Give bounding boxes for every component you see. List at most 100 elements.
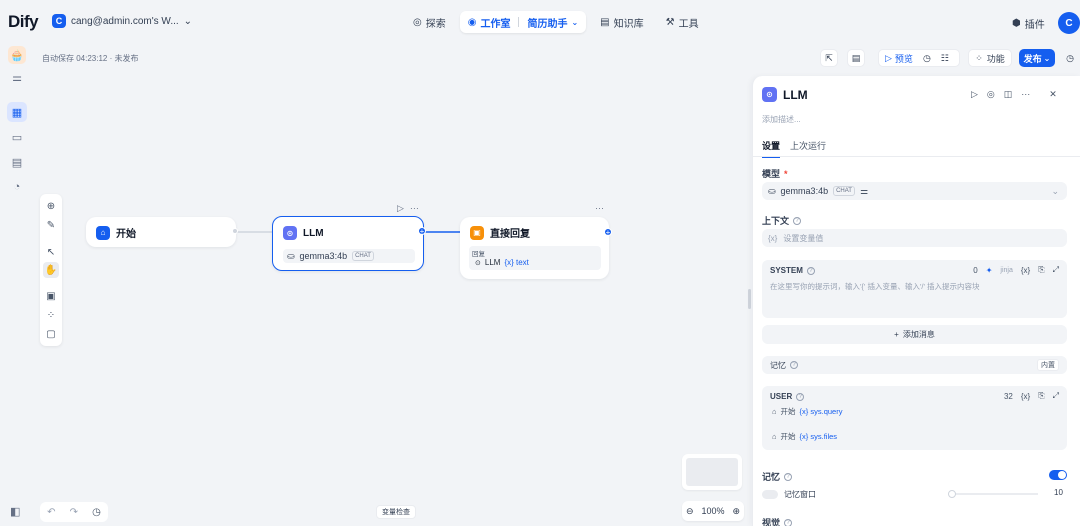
undo-icon[interactable]: ↶ [47,507,55,518]
user-var-node: 开始 [780,407,796,416]
zoom-out-icon[interactable]: ⊖ [686,506,694,517]
reply-icon: ▣ [470,225,484,240]
memory-toggle[interactable] [1049,470,1067,480]
nav-tools[interactable]: ⚒ 工具 [658,11,707,33]
jinja-toggle[interactable]: jinja [1000,267,1012,274]
panel-resize-handle[interactable] [748,289,751,309]
env-icon[interactable]: ▤ [847,49,865,67]
nav-studio[interactable]: ◉ 工作室 简历助手 ⌄ [459,11,587,33]
system-prompt-editor[interactable]: SYSTEM? 0 ✦ jinja {x} ⎘ ⤢ 在这里写你的提示词，输入'{… [762,260,1067,318]
main-nav: ◎ 探索 ◉ 工作室 简历助手 ⌄ ▤ 知识库 ⚒ 工具 [405,11,707,33]
user-var-name: {x} sys.query [799,407,843,416]
user-label: USER [770,392,793,401]
llm-node[interactable]: ⊙ LLM ⛀ gemma3:4b CHAT + [272,216,426,271]
llm-output-handle[interactable]: + [418,227,426,236]
nav-explore[interactable]: ◎ 探索 [405,11,454,33]
copy-icon[interactable]: ⎘ [1038,265,1044,275]
docs-icon[interactable]: ◫ [1004,89,1013,100]
ai-generate-icon[interactable]: ✦ [986,266,993,275]
home-icon: ⌂ [772,407,777,416]
start-node[interactable]: ⌂ 开始 [86,217,238,247]
plugins-button[interactable]: ⬢ 插件 [1012,16,1045,31]
memory-window-toggle[interactable] [762,489,778,499]
copy-icon[interactable]: ⎘ [1038,391,1044,401]
target-icon[interactable]: ◎ [987,89,995,100]
more-icon[interactable]: ··· [410,203,419,214]
help-icon[interactable]: ? [796,392,805,401]
help-icon[interactable]: ? [784,518,793,526]
memory-builtin-tag: 内置 [1037,359,1059,371]
required-mark: * [784,168,788,179]
add-message-label: 添加消息 [902,330,935,339]
answer-node[interactable]: ▣ 直接回复 回复 ⊙ LLM {x} text + [460,217,612,279]
share-icon[interactable]: ⇱ [820,49,838,67]
expand-icon[interactable]: ⤢ [1053,265,1059,275]
panel-title[interactable]: LLM [783,88,808,102]
version-history-icon[interactable]: ◷ [1061,49,1079,67]
zoom-in-icon[interactable]: ⊕ [732,506,740,517]
top-bar: Dify C cang@admin.com's W... ⌄ ◎ 探索 ◉ 工作… [0,0,1080,44]
terminal-icon[interactable]: ▭ [10,130,24,144]
checklist-icon[interactable]: ◷ [923,53,931,64]
answer-ref-var: {x} text [504,258,529,267]
sidebar-toggle-icon[interactable]: ◧ [10,505,24,519]
monitor-icon[interactable]: ◔ [10,180,24,194]
user-prompt-editor[interactable]: USER? 32 {x} ⎘ ⤢ ⌂ 开始 {x} sys.query ⌂ 开始… [762,386,1067,450]
answer-output-handle[interactable]: + [604,228,612,237]
nav-app-name[interactable]: 简历助手 [527,15,567,30]
variable-icon[interactable]: {x} [1021,266,1030,275]
preview-button[interactable]: ▷ 预览 [885,52,913,65]
user-var-files: ⌂ 开始 {x} sys.files [772,431,837,442]
orchestrate-icon[interactable]: ▦ [7,102,27,122]
publish-button[interactable]: 发布 ⌄ [1019,49,1055,67]
app-logo[interactable]: Dify [8,12,39,32]
expand-icon[interactable]: ⤢ [1053,391,1059,401]
system-prompt-tools: 0 ✦ jinja {x} ⎘ ⤢ [973,265,1059,275]
memory-window-row: 记忆窗口 10 [762,488,1067,500]
hammer-icon: ⚒ [665,16,675,28]
add-message-button[interactable]: + 添加消息 [762,325,1067,344]
plugins-label: 插件 [1024,20,1045,31]
logs-icon[interactable]: ▤ [10,155,24,169]
run-icon[interactable]: ▷ [971,89,978,100]
user-avatar[interactable]: C [1058,12,1080,34]
help-icon[interactable]: ? [790,361,798,369]
zoom-level[interactable]: 100% [701,506,724,516]
issues-icon[interactable]: ☷ [941,53,949,64]
workspace-switcher[interactable]: C cang@admin.com's W... ⌄ [52,14,192,28]
help-icon[interactable]: ? [784,472,793,481]
help-icon[interactable]: ? [806,266,815,275]
variable-icon: {x} [768,233,778,243]
history-icon[interactable]: ◷ [92,507,101,518]
features-button[interactable]: ⁘ 功能 [968,49,1012,67]
run-icon[interactable]: ▷ [397,203,404,214]
home-icon: ⌂ [772,432,777,441]
preview-label: 预览 [894,53,913,64]
help-icon[interactable]: ? [793,216,802,225]
more-icon[interactable]: ··· [1021,89,1030,100]
user-var-query: ⌂ 开始 {x} sys.query [772,406,842,417]
close-icon[interactable]: ✕ [1049,89,1057,100]
book-icon: ▤ [600,16,610,28]
minimap[interactable] [682,454,742,490]
params-icon[interactable]: ⚌ [860,186,868,197]
llm-node-label: LLM [303,227,324,239]
memory-window-value[interactable]: 10 [1054,488,1063,497]
nav-knowledge[interactable]: ▤ 知识库 [592,11,651,33]
panel-description-input[interactable]: 添加描述... [762,114,801,125]
app-icon[interactable]: 🧁 [8,46,26,64]
variable-inspect-button[interactable]: 变量检查 [376,505,416,519]
variable-icon[interactable]: {x} [1021,392,1030,401]
redo-icon[interactable]: ↷ [70,507,78,518]
model-selector[interactable]: ⛀ gemma3:4b CHAT ⚌ ⌄ [762,182,1067,200]
more-icon[interactable]: ··· [595,203,604,213]
vision-label: 视觉? [762,516,793,526]
slider-thumb[interactable] [948,490,956,498]
memory-inline-text: 记忆 [770,360,786,370]
workflow-canvas[interactable]: 自动保存 04:23:12 · 未发布 ⊕ ✎ ↖ ✋ ▣ ⁘ ▢ ⌂ 开始 ▷… [34,44,750,526]
robot-icon: ◉ [467,16,477,28]
settings-sliders-icon[interactable]: ⚌ [10,70,24,84]
memory-window-slider[interactable] [948,490,1038,498]
context-variable-selector[interactable]: {x} 设置变量值 [762,229,1067,247]
start-output-handle[interactable] [232,228,238,234]
